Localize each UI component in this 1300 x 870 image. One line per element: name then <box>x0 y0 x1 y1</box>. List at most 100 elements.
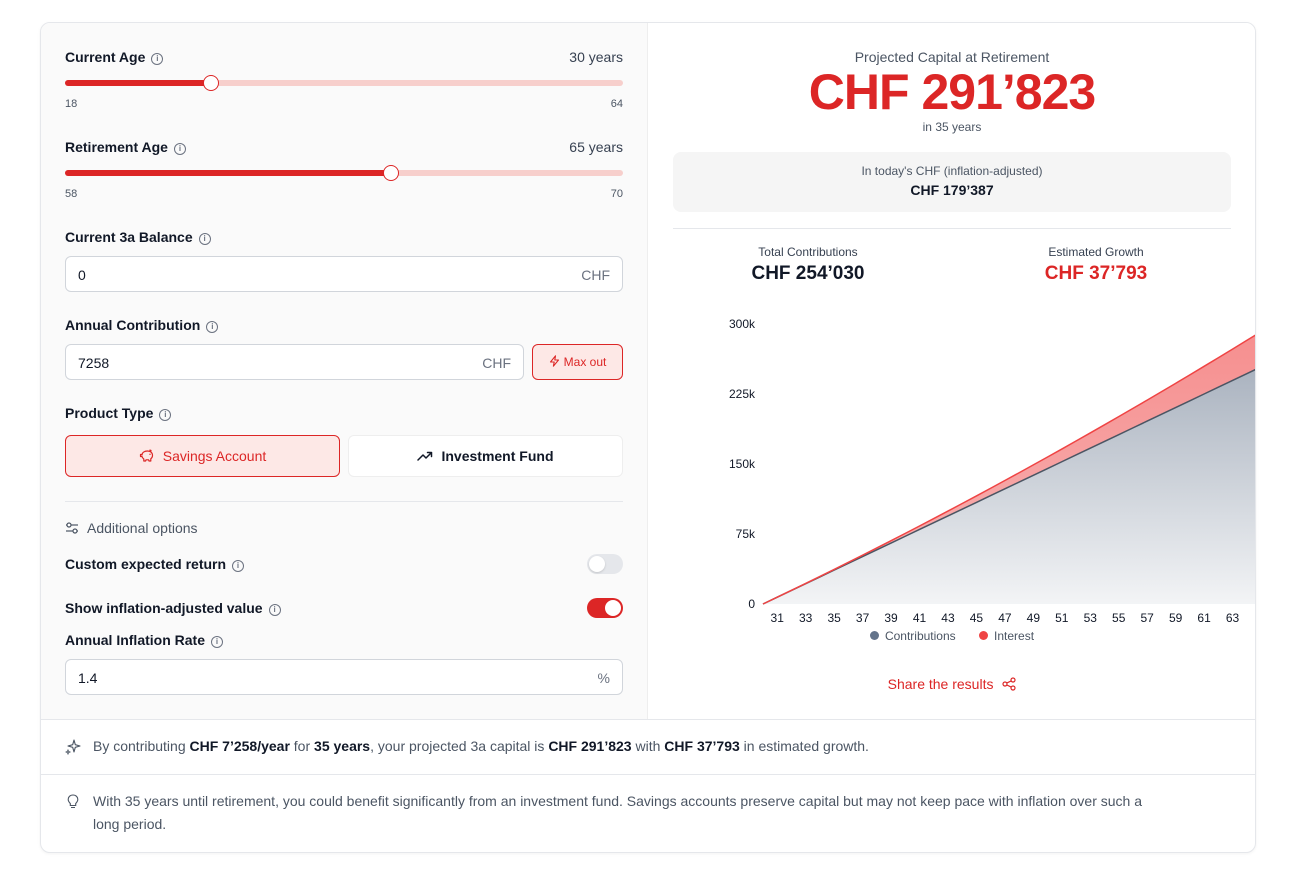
x-tick-label: 43 <box>941 611 955 625</box>
balance-input-value: 0 <box>78 267 86 283</box>
y-tick-label: 150k <box>729 457 756 471</box>
info-icon[interactable]: i <box>159 409 172 421</box>
max-out-button[interactable]: Max out <box>532 344 623 380</box>
summary-contribution: CHF 7’258/year <box>189 738 290 754</box>
retirement-age-value: 65 years <box>569 139 623 155</box>
summary-part: , your projected 3a capital is <box>370 738 549 754</box>
retirement-age-min: 58 <box>65 188 78 200</box>
current-age-min: 18 <box>65 98 78 110</box>
contribution-input[interactable]: 7258 CHF <box>65 344 524 380</box>
chart-legend: Contributions Interest <box>649 629 1255 643</box>
current-age-max: 64 <box>610 98 623 110</box>
savings-account-button[interactable]: Savings Account <box>65 435 340 477</box>
x-tick-label: 57 <box>1140 611 1154 625</box>
investment-fund-button[interactable]: Investment Fund <box>348 435 623 477</box>
x-tick-label: 31 <box>771 611 785 625</box>
contributions-legend-dot <box>869 631 879 640</box>
interest-legend-label: Interest <box>994 629 1035 643</box>
info-icon[interactable]: i <box>173 143 186 155</box>
info-icon[interactable]: i <box>211 636 223 648</box>
sliders-icon <box>66 522 78 534</box>
balance-unit: CHF <box>581 267 610 283</box>
current-age-slider[interactable] <box>65 75 623 91</box>
x-tick-label: 63 <box>1226 611 1240 625</box>
custom-return-label: Custom expected return i <box>65 556 245 572</box>
lightning-icon <box>549 355 559 367</box>
retirement-age-slider[interactable] <box>65 165 623 181</box>
x-tick-label: 53 <box>1084 611 1098 625</box>
balance-label: Current 3a Balance i <box>65 229 211 245</box>
contribution-unit: CHF <box>482 355 511 371</box>
tip-text: With 35 years until retirement, you coul… <box>93 790 1142 836</box>
toggle-knob <box>605 600 621 616</box>
share-icon <box>1002 677 1016 691</box>
custom-return-label-text: Custom expected return <box>65 556 227 572</box>
x-tick-label: 51 <box>1055 611 1069 625</box>
info-icon[interactable]: i <box>232 560 245 572</box>
y-tick-label: 225k <box>729 387 756 401</box>
custom-return-toggle[interactable] <box>587 554 623 574</box>
inflation-adjusted-box: In today's CHF (inflation-adjusted) CHF … <box>673 152 1231 212</box>
additional-options-toggle[interactable]: Additional options <box>65 520 198 536</box>
inflation-adjusted-value: CHF 179’387 <box>910 182 994 198</box>
summary-years: 35 years <box>314 738 371 754</box>
inflation-adjusted-toggle[interactable] <box>587 598 623 618</box>
x-tick-label: 45 <box>970 611 984 625</box>
contributions-legend-label: Contributions <box>884 629 956 643</box>
retirement-age-label: Retirement Age i <box>65 139 186 155</box>
input-panel: Current Age i 30 years 18 64 Retirement A… <box>41 23 648 719</box>
current-age-value: 30 years <box>569 49 623 65</box>
x-tick-label: 47 <box>998 611 1012 625</box>
current-age-label-text: Current Age <box>65 49 146 65</box>
x-tick-label: 49 <box>1027 611 1041 625</box>
product-type-label: Product Type i <box>65 405 172 421</box>
inflation-rate-value: 1.4 <box>78 670 98 686</box>
projection-chart: 0 75k 150k 225k 300k 31 33 35 37 39 41 43 45 47 49 51 53… <box>729 317 1255 625</box>
x-tick-label: 35 <box>827 611 841 625</box>
balance-input[interactable]: 0 CHF <box>65 256 623 292</box>
balance-label-text: Current 3a Balance <box>65 229 193 245</box>
summary-part: in estimated growth. <box>739 738 869 754</box>
total-contributions-value: CHF 254’030 <box>751 263 865 284</box>
result-amount: CHF 291’823 <box>808 64 1096 120</box>
inflation-adjusted-caption: In today's CHF (inflation-adjusted) <box>861 164 1043 178</box>
summary-text: By contributing CHF 7’258/year for 35 ye… <box>93 735 869 758</box>
x-tick-label: 41 <box>913 611 927 625</box>
share-results-link[interactable]: Share the results <box>649 676 1255 692</box>
share-results-label: Share the results <box>887 676 994 692</box>
info-icon[interactable]: i <box>268 604 281 616</box>
retirement-age-slider-thumb[interactable] <box>382 165 399 181</box>
info-icon[interactable]: i <box>151 53 164 65</box>
summary-growth: CHF 37’793 <box>664 738 740 754</box>
tip-line-1: With 35 years until retirement, you coul… <box>93 793 1142 809</box>
summary-part: By contributing <box>93 738 190 754</box>
inflation-rate-input[interactable]: 1.4 % <box>65 659 623 695</box>
retirement-age-max: 70 <box>610 188 623 200</box>
x-tick-label: 61 <box>1197 611 1211 625</box>
y-tick-label: 75k <box>736 527 756 541</box>
contribution-label-text: Annual Contribution <box>65 317 201 333</box>
retirement-age-slider-fill <box>65 170 391 176</box>
interest-legend-dot <box>979 631 989 640</box>
x-tick-label: 33 <box>799 611 813 625</box>
additional-options-title: Additional options <box>87 520 198 536</box>
inflation-adjusted-label: Show inflation-adjusted value i <box>65 600 281 616</box>
summary-capital: CHF 291’823 <box>548 738 632 754</box>
x-tick-label: 59 <box>1169 611 1183 625</box>
total-contributions-label: Total Contributions <box>758 245 858 259</box>
divider <box>65 501 623 502</box>
inflation-adjusted-label-text: Show inflation-adjusted value <box>65 600 263 616</box>
summary-bar: By contributing CHF 7’258/year for 35 ye… <box>41 719 1255 774</box>
info-icon[interactable]: i <box>206 321 219 333</box>
current-age-slider-thumb[interactable] <box>202 75 219 91</box>
estimated-growth-label: Estimated Growth <box>1048 245 1144 259</box>
x-tick-label: 65 <box>1254 611 1255 625</box>
info-icon[interactable]: i <box>198 233 211 245</box>
max-out-label: Max out <box>563 355 607 369</box>
contribution-label: Annual Contribution i <box>65 317 219 333</box>
retirement-age-label-text: Retirement Age <box>65 139 168 155</box>
tip-bar: With 35 years until retirement, you coul… <box>41 774 1255 852</box>
piggy-bank-icon <box>139 449 153 462</box>
inflation-rate-label-text: Annual Inflation Rate <box>65 632 205 648</box>
current-age-label: Current Age i <box>65 49 164 65</box>
